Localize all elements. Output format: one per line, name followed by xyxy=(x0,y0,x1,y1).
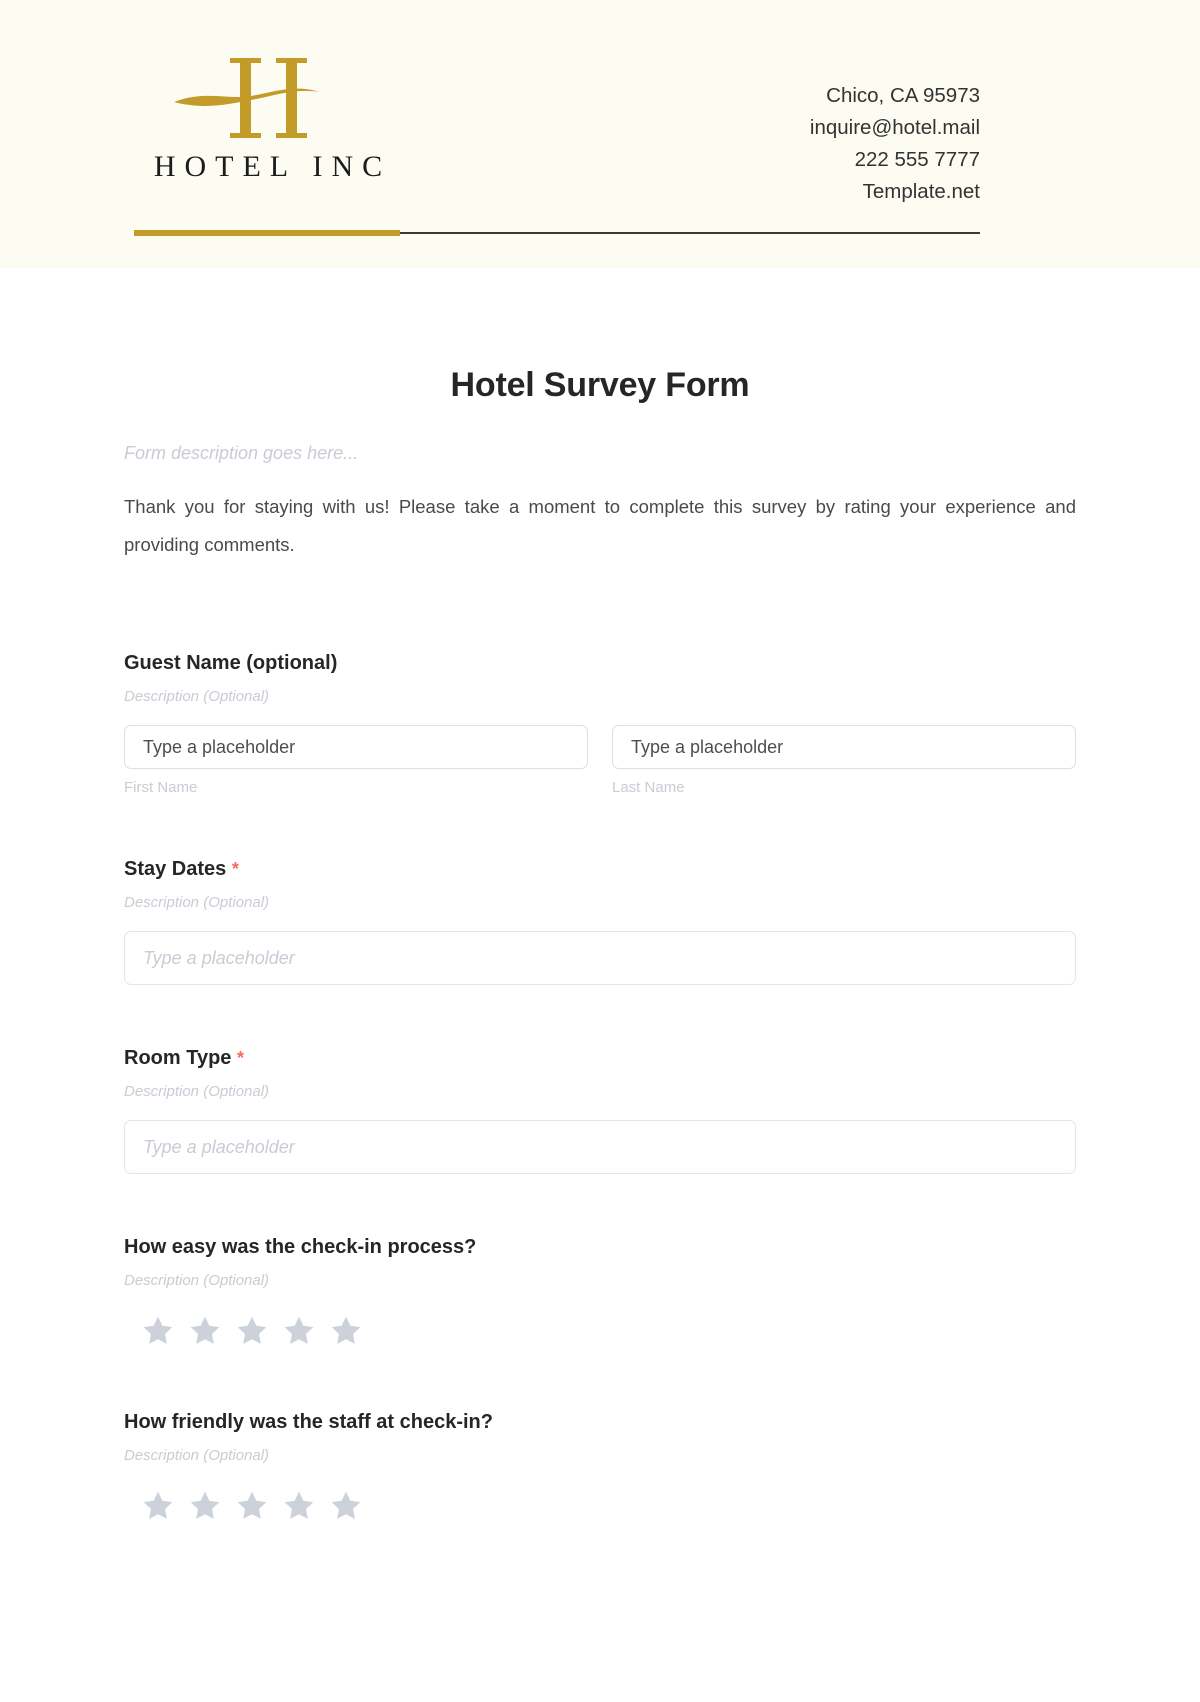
form-intro-text: Thank you for staying with us! Please ta… xyxy=(124,496,1076,555)
letterhead-header: HOTEL INC Chico, CA 95973 inquire@hotel.… xyxy=(0,0,1200,268)
header-divider-gold-segment xyxy=(134,230,400,236)
form-field-block: Stay Dates * Description (Optional) Type a… xyxy=(124,796,1076,985)
input-placeholder: Type a placeholder xyxy=(143,736,296,757)
form-field-block: How friendly was the staff at check-in? D… xyxy=(124,1349,1076,1524)
star-rating[interactable] xyxy=(124,1289,1076,1349)
contact-email: inquire@hotel.mail xyxy=(809,116,980,139)
star-icon[interactable] xyxy=(281,1488,317,1524)
star-icon[interactable] xyxy=(140,1488,176,1524)
form-field-block: Room Type * Description (Optional) Type a … xyxy=(124,985,1076,1174)
field-label: Stay Dates * xyxy=(124,858,239,880)
brand-name: HOTEL INC xyxy=(153,150,392,183)
text-input[interactable]: Type a placeholder xyxy=(612,725,1076,769)
field-label: How easy was the check-in process? xyxy=(124,1236,477,1258)
text-input[interactable]: Type a placeholder xyxy=(124,931,1076,985)
field-label: Guest Name (optional) xyxy=(124,652,338,674)
star-icon[interactable] xyxy=(187,1313,223,1349)
field-description: Description (Optional) xyxy=(124,894,270,911)
star-icon[interactable] xyxy=(234,1313,270,1349)
input-placeholder: Type a placeholder xyxy=(631,736,784,757)
input-placeholder: Type a placeholder xyxy=(143,1136,295,1157)
input-sublabel-row: First Name Last Name xyxy=(124,769,1076,796)
input-row: Type a placeholder Type a placeholder xyxy=(124,705,1076,769)
field-description: Description (Optional) xyxy=(124,1083,270,1100)
page-title: Hotel Survey Form xyxy=(450,366,750,404)
contact-phone: 222 555 7777 xyxy=(854,148,980,171)
required-asterisk: * xyxy=(236,1048,244,1068)
star-icon[interactable] xyxy=(140,1313,176,1349)
hotel-h-monogram-icon xyxy=(174,58,320,138)
input-sublabel: First Name xyxy=(124,779,198,796)
contact-website: Template.net xyxy=(862,180,980,203)
input-row: Type a placeholder xyxy=(124,1100,1076,1174)
contact-address: Chico, CA 95973 xyxy=(826,84,980,107)
input-row: Type a placeholder xyxy=(124,911,1076,985)
text-input[interactable]: Type a placeholder xyxy=(124,1120,1076,1174)
field-description: Description (Optional) xyxy=(124,1447,270,1464)
field-label: Room Type * xyxy=(124,1047,244,1069)
form-field-block: How easy was the check-in process? Descri… xyxy=(124,1174,1076,1349)
input-placeholder: Type a placeholder xyxy=(143,947,295,968)
star-icon[interactable] xyxy=(234,1488,270,1524)
form-document: Hotel Survey Form Form description goes … xyxy=(0,268,1200,1524)
star-rating[interactable] xyxy=(124,1464,1076,1524)
form-fields-container: Guest Name (optional) Description (Option… xyxy=(124,564,1076,1524)
star-icon[interactable] xyxy=(328,1313,364,1349)
contact-info: Chico, CA 95973 inquire@hotel.mail 222 5… xyxy=(560,80,980,208)
brand-logo: HOTEL INC xyxy=(134,52,402,184)
star-icon[interactable] xyxy=(328,1488,364,1524)
field-description: Description (Optional) xyxy=(124,1272,270,1289)
form-description: Form description goes here... xyxy=(124,443,359,463)
field-description: Description (Optional) xyxy=(124,688,270,705)
input-sublabel: Last Name xyxy=(612,779,685,796)
required-asterisk: * xyxy=(231,859,239,879)
header-divider-thin-segment xyxy=(400,232,980,234)
text-input[interactable]: Type a placeholder xyxy=(124,725,588,769)
star-icon[interactable] xyxy=(281,1313,317,1349)
star-icon[interactable] xyxy=(187,1488,223,1524)
form-field-block: Guest Name (optional) Description (Option… xyxy=(124,564,1076,796)
field-label: How friendly was the staff at check-in? xyxy=(124,1411,493,1433)
header-divider xyxy=(134,230,980,236)
